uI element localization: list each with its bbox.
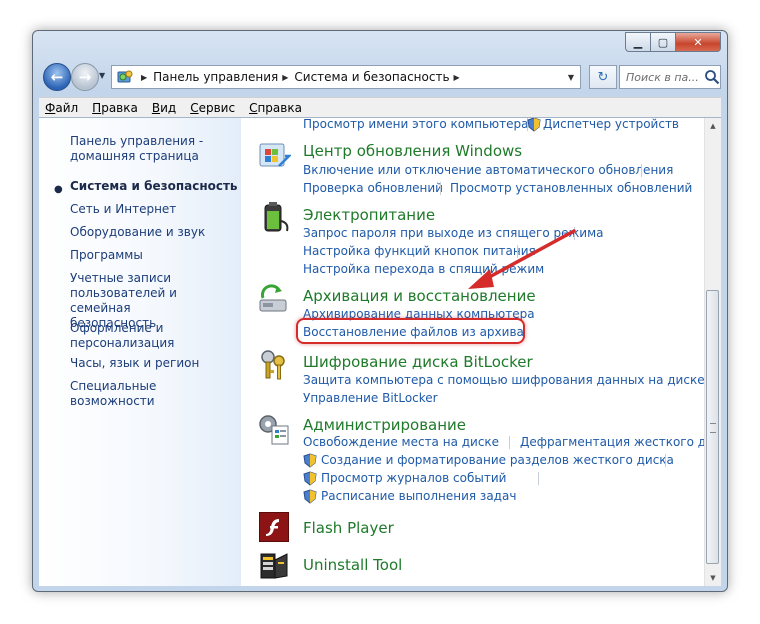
task-disk-cleanup[interactable]: Освобождение места на диске (303, 435, 499, 449)
annotation-highlight-frame (296, 318, 525, 344)
magnifier-icon[interactable] (704, 69, 720, 85)
task-separator (440, 182, 441, 195)
scroll-down-icon[interactable]: ▼ (705, 570, 721, 586)
task-schedule-tasks[interactable]: Расписание выполнения задач (321, 489, 516, 503)
menu-edit[interactable]: Правка (92, 101, 138, 115)
menu-view[interactable]: Вид (152, 101, 176, 115)
sidebar: Панель управления - домашняя страница ● … (39, 118, 241, 586)
breadcrumb-system-security[interactable]: Система и безопасность (294, 70, 449, 84)
battery-icon[interactable] (257, 201, 291, 235)
history-dropdown[interactable]: ▼ (99, 71, 105, 80)
uac-shield-icon (303, 489, 317, 504)
flash-player-icon[interactable] (259, 512, 289, 542)
grip-icon (710, 423, 716, 433)
sidebar-item-appearance[interactable]: Оформление и персонализация (70, 321, 174, 351)
category-list: Просмотр имени этого компьютера Диспетче… (241, 118, 705, 586)
content-area: Панель управления - домашняя страница ● … (39, 117, 721, 586)
sidebar-item-accessibility[interactable]: Специальные возможности (70, 379, 241, 409)
breadcrumb-control-panel[interactable]: Панель управления (153, 70, 278, 84)
refresh-button[interactable]: ↻ (589, 65, 617, 89)
category-power[interactable]: Электропитание (303, 206, 435, 224)
close-icon: ✕ (693, 35, 703, 49)
task-view-computer-name[interactable]: Просмотр имени этого компьютера (303, 118, 528, 131)
annotation-arrow-icon (468, 229, 576, 289)
task-auto-update[interactable]: Включение или отключение автоматического… (303, 163, 673, 177)
uac-shield-icon (527, 118, 541, 132)
category-bitlocker[interactable]: Шифрование диска BitLocker (303, 353, 533, 371)
menu-bar: Файл Правка Вид Сервис Справка (39, 97, 721, 117)
keys-icon[interactable] (257, 348, 291, 382)
admin-tools-icon[interactable] (257, 412, 291, 446)
search-input[interactable] (624, 69, 704, 85)
breadcrumb-chevron-icon[interactable]: ▶ (282, 73, 288, 82)
sidebar-item-programs[interactable]: Программы (70, 248, 143, 263)
scrollbar-thumb[interactable] (706, 290, 719, 564)
sidebar-item-network[interactable]: Сеть и Интернет (70, 202, 176, 217)
task-separator (509, 436, 510, 449)
category-flash-player[interactable]: Flash Player (303, 519, 394, 537)
minimize-button[interactable]: ▁ (625, 32, 650, 52)
uac-shield-icon (303, 453, 317, 468)
task-separator (641, 164, 642, 177)
task-device-manager[interactable]: Диспетчер устройств (543, 118, 679, 131)
menu-help[interactable]: Справка (249, 101, 302, 115)
current-item-bullet-icon: ● (54, 184, 63, 195)
breadcrumb: ▶ Панель управления ▶ Система и безопасн… (137, 70, 466, 84)
close-button[interactable]: ✕ (675, 32, 721, 52)
navigation-bar: ← → ▼ ▶ Панель управления ▶ Система и бе… (39, 61, 721, 91)
task-separator (665, 454, 666, 467)
back-arrow-icon: ← (50, 68, 64, 86)
breadcrumb-chevron-icon[interactable]: ▶ (141, 73, 147, 82)
search-box[interactable] (619, 65, 721, 89)
task-separator (538, 472, 539, 485)
windows-update-icon[interactable] (257, 138, 291, 172)
sidebar-item-clock-region[interactable]: Часы, язык и регион (70, 356, 199, 371)
scroll-up-icon[interactable]: ▲ (705, 118, 721, 134)
category-uninstall-tool[interactable]: Uninstall Tool (303, 556, 402, 574)
chevron-down-icon: ▼ (99, 71, 106, 80)
vertical-scrollbar[interactable]: ▲ ▼ (704, 118, 721, 586)
task-create-format-partitions[interactable]: Создание и форматирование разделов жестк… (321, 453, 674, 467)
maximize-icon: ▢ (657, 35, 669, 49)
sidebar-home-link[interactable]: Панель управления - домашняя страница (70, 134, 203, 164)
back-button[interactable]: ← (43, 63, 71, 91)
task-protect-encryption[interactable]: Защита компьютера с помощью шифрования д… (303, 373, 705, 387)
task-check-updates[interactable]: Проверка обновлений (303, 181, 443, 195)
uninstall-tool-icon[interactable] (257, 548, 291, 582)
category-windows-update[interactable]: Центр обновления Windows (303, 142, 522, 160)
menu-tools[interactable]: Сервис (190, 101, 235, 115)
minimize-icon: ▁ (633, 35, 643, 49)
address-bar[interactable]: ▶ Панель управления ▶ Система и безопасн… (111, 65, 581, 89)
task-manage-bitlocker[interactable]: Управление BitLocker (303, 391, 438, 405)
control-panel-icon (117, 70, 133, 83)
refresh-icon: ↻ (597, 69, 609, 85)
window-controls: ▁ ▢ ✕ (625, 32, 721, 52)
task-defragment[interactable]: Дефрагментация жесткого диска (520, 435, 705, 449)
task-view-installed-updates[interactable]: Просмотр установленных обновлений (450, 181, 692, 195)
forward-arrow-icon: → (78, 68, 92, 86)
task-view-event-logs[interactable]: Просмотр журналов событий (321, 471, 506, 485)
menu-file[interactable]: Файл (45, 101, 78, 115)
uac-shield-icon (303, 471, 317, 486)
forward-button[interactable]: → (71, 63, 99, 91)
backup-icon[interactable] (257, 282, 291, 316)
sidebar-item-hardware-sound[interactable]: Оборудование и звук (70, 225, 205, 240)
control-panel-window: ▁ ▢ ✕ ← → ▼ ▶ Панель управления ▶ Систем… (32, 30, 728, 592)
category-administration[interactable]: Администрирование (303, 416, 466, 434)
address-dropdown-icon[interactable]: ▼ (568, 73, 574, 82)
sidebar-item-system-security[interactable]: Система и безопасность (70, 179, 238, 194)
maximize-button[interactable]: ▢ (650, 32, 675, 52)
breadcrumb-chevron-icon[interactable]: ▶ (454, 73, 460, 82)
